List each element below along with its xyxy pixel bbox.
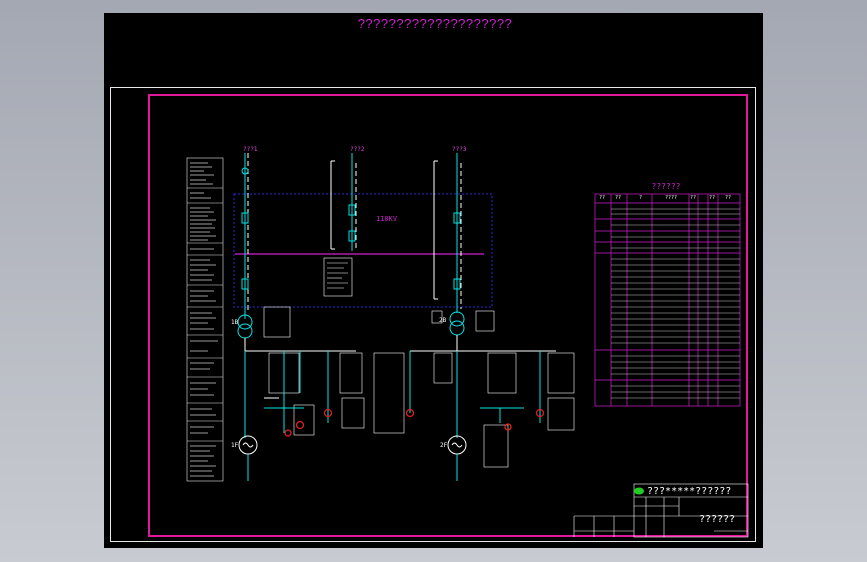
col-header-5: ?? <box>690 195 697 201</box>
legend-column <box>186 157 224 482</box>
generator-unit-2 <box>373 351 575 481</box>
generator-label-1: 1F <box>231 442 239 449</box>
feeder-bay-3 <box>433 153 462 313</box>
110kv-bus-label: 110KV <box>376 215 398 223</box>
feeder-label-3: ???3 <box>452 146 467 153</box>
feeder-label-2: ???2 <box>350 146 365 153</box>
drawing-canvas[interactable]: ???????????????????? 110KV ???1 ???2 ???… <box>104 13 763 548</box>
feeder-bay-2 <box>330 153 357 251</box>
feeder-label-1: ???1 <box>243 146 258 153</box>
110kv-switchgear-zone <box>233 193 493 308</box>
title-block-drawing-name: ?????? <box>698 514 736 525</box>
equipment-table <box>594 193 741 407</box>
title-block-project: ???*****?????? <box>647 486 732 497</box>
col-header-2: ?? <box>615 195 622 201</box>
col-header-7: ?? <box>725 195 732 201</box>
generator-unit-1 <box>238 351 365 481</box>
equipment-table-rows <box>611 208 740 399</box>
legend-text-marks <box>190 162 218 477</box>
transformer-label-2: 2B <box>439 317 447 324</box>
col-header-3: ? <box>639 195 643 201</box>
breakers-unit-2 <box>405 408 545 431</box>
transformer-label-1: 1B <box>231 319 239 326</box>
cad-viewport: ???????????????????? 110KV ???1 ???2 ???… <box>0 0 867 562</box>
bay-2-info-box <box>323 257 353 297</box>
single-line-diagram <box>186 153 749 538</box>
generator-label-2: 2F <box>440 442 448 449</box>
breakers-unit-1 <box>284 408 333 437</box>
col-header-1: ?? <box>599 195 606 201</box>
col-header-4: ???? <box>665 195 678 201</box>
feeder-bay-1 <box>241 153 249 319</box>
company-logo <box>634 487 644 495</box>
transformer-1 <box>237 306 291 353</box>
equipment-table-title: ?????? <box>651 182 681 191</box>
col-header-6: ?? <box>709 195 716 201</box>
equipment-table-header: ?? ?? ? ???? ?? ?? ?? <box>595 195 740 203</box>
